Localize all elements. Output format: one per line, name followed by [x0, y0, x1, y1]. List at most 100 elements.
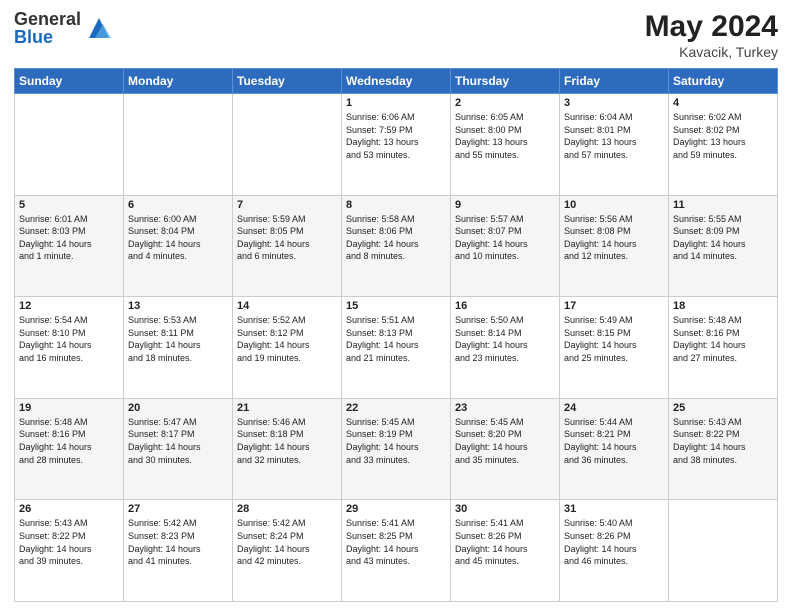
cell-content: Sunrise: 5:57 AM Sunset: 8:07 PM Dayligh… — [455, 213, 555, 263]
calendar-week-row: 5Sunrise: 6:01 AM Sunset: 8:03 PM Daylig… — [15, 195, 778, 297]
table-row: 11Sunrise: 5:55 AM Sunset: 8:09 PM Dayli… — [669, 195, 778, 297]
cell-content: Sunrise: 5:49 AM Sunset: 8:15 PM Dayligh… — [564, 314, 664, 364]
cell-content: Sunrise: 5:45 AM Sunset: 8:20 PM Dayligh… — [455, 416, 555, 466]
day-number: 29 — [346, 503, 446, 515]
day-number: 23 — [455, 402, 555, 414]
day-number: 3 — [564, 97, 664, 109]
day-number: 22 — [346, 402, 446, 414]
cell-content: Sunrise: 5:51 AM Sunset: 8:13 PM Dayligh… — [346, 314, 446, 364]
cell-content: Sunrise: 5:46 AM Sunset: 8:18 PM Dayligh… — [237, 416, 337, 466]
col-monday: Monday — [124, 69, 233, 94]
day-number: 2 — [455, 97, 555, 109]
day-number: 25 — [673, 402, 773, 414]
table-row: 27Sunrise: 5:42 AM Sunset: 8:23 PM Dayli… — [124, 500, 233, 602]
day-number: 18 — [673, 300, 773, 312]
table-row: 22 Sunrise: 5:45 AM Sunset: 8:19 PM Dayli… — [342, 398, 451, 500]
col-sunday: Sunday — [15, 69, 124, 94]
cell-content: Sunrise: 5:52 AM Sunset: 8:12 PM Dayligh… — [237, 314, 337, 364]
calendar-week-row: 26Sunrise: 5:43 AM Sunset: 8:22 PM Dayli… — [15, 500, 778, 602]
day-number: 5 — [19, 199, 119, 211]
table-row: 4 Sunrise: 6:02 AM Sunset: 8:02 PM Daylig… — [669, 94, 778, 196]
cell-content: Sunrise: 6:00 AM Sunset: 8:04 PM Dayligh… — [128, 213, 228, 263]
table-row — [669, 500, 778, 602]
day-number: 7 — [237, 199, 337, 211]
logo-blue: Blue — [14, 28, 81, 46]
day-number: 10 — [564, 199, 664, 211]
cell-content: Sunrise: 5:44 AM Sunset: 8:21 PM Dayligh… — [564, 416, 664, 466]
table-row — [233, 94, 342, 196]
table-row: 14Sunrise: 5:52 AM Sunset: 8:12 PM Dayli… — [233, 297, 342, 399]
logo: General Blue — [14, 10, 113, 46]
cell-content: Sunrise: 5:56 AM Sunset: 8:08 PM Dayligh… — [564, 213, 664, 263]
location: Kavacik, Turkey — [645, 44, 778, 60]
table-row: 26Sunrise: 5:43 AM Sunset: 8:22 PM Dayli… — [15, 500, 124, 602]
logo-icon — [85, 14, 113, 42]
cell-content: Sunrise: 5:42 AM Sunset: 8:24 PM Dayligh… — [237, 517, 337, 567]
col-thursday: Thursday — [451, 69, 560, 94]
calendar-header-row: Sunday Monday Tuesday Wednesday Thursday… — [15, 69, 778, 94]
col-friday: Friday — [560, 69, 669, 94]
logo-text: General Blue — [14, 10, 81, 46]
day-number: 11 — [673, 199, 773, 211]
day-number: 6 — [128, 199, 228, 211]
table-row: 5Sunrise: 6:01 AM Sunset: 8:03 PM Daylig… — [15, 195, 124, 297]
header: General Blue May 2024 Kavacik, Turkey — [14, 10, 778, 60]
day-number: 31 — [564, 503, 664, 515]
calendar-week-row: 1Sunrise: 6:06 AM Sunset: 7:59 PM Daylig… — [15, 94, 778, 196]
day-number: 19 — [19, 402, 119, 414]
day-number: 24 — [564, 402, 664, 414]
table-row — [15, 94, 124, 196]
col-wednesday: Wednesday — [342, 69, 451, 94]
table-row: 24 Sunrise: 5:44 AM Sunset: 8:21 PM Dayli… — [560, 398, 669, 500]
table-row: 30 Sunrise: 5:41 AM Sunset: 8:26 PM Dayli… — [451, 500, 560, 602]
table-row: 7Sunrise: 5:59 AM Sunset: 8:05 PM Daylig… — [233, 195, 342, 297]
cell-content: Sunrise: 6:02 AM Sunset: 8:02 PM Dayligh… — [673, 111, 773, 161]
calendar-week-row: 19 Sunrise: 5:48 AM Sunset: 8:16 PM Dayli… — [15, 398, 778, 500]
table-row: 20Sunrise: 5:47 AM Sunset: 8:17 PM Dayli… — [124, 398, 233, 500]
day-number: 12 — [19, 300, 119, 312]
cell-content: Sunrise: 5:48 AM Sunset: 8:16 PM Dayligh… — [673, 314, 773, 364]
day-number: 27 — [128, 503, 228, 515]
table-row: 12Sunrise: 5:54 AM Sunset: 8:10 PM Dayli… — [15, 297, 124, 399]
cell-content: Sunrise: 6:06 AM Sunset: 7:59 PM Dayligh… — [346, 111, 446, 161]
table-row: 1Sunrise: 6:06 AM Sunset: 7:59 PM Daylig… — [342, 94, 451, 196]
cell-content: Sunrise: 5:40 AM Sunset: 8:26 PM Dayligh… — [564, 517, 664, 567]
day-number: 13 — [128, 300, 228, 312]
day-number: 30 — [455, 503, 555, 515]
table-row: 23 Sunrise: 5:45 AM Sunset: 8:20 PM Dayli… — [451, 398, 560, 500]
cell-content: Sunrise: 5:48 AM Sunset: 8:16 PM Dayligh… — [19, 416, 119, 466]
title-block: May 2024 Kavacik, Turkey — [645, 10, 778, 60]
cell-content: Sunrise: 5:43 AM Sunset: 8:22 PM Dayligh… — [673, 416, 773, 466]
day-number: 17 — [564, 300, 664, 312]
day-number: 15 — [346, 300, 446, 312]
col-tuesday: Tuesday — [233, 69, 342, 94]
cell-content: Sunrise: 5:58 AM Sunset: 8:06 PM Dayligh… — [346, 213, 446, 263]
day-number: 16 — [455, 300, 555, 312]
table-row: 19 Sunrise: 5:48 AM Sunset: 8:16 PM Dayli… — [15, 398, 124, 500]
table-row: 2 Sunrise: 6:05 AM Sunset: 8:00 PM Daylig… — [451, 94, 560, 196]
table-row: 13 Sunrise: 5:53 AM Sunset: 8:11 PM Dayli… — [124, 297, 233, 399]
cell-content: Sunrise: 5:41 AM Sunset: 8:25 PM Dayligh… — [346, 517, 446, 567]
day-number: 21 — [237, 402, 337, 414]
table-row: 8Sunrise: 5:58 AM Sunset: 8:06 PM Daylig… — [342, 195, 451, 297]
table-row: 10 Sunrise: 5:56 AM Sunset: 8:08 PM Dayli… — [560, 195, 669, 297]
calendar-table: Sunday Monday Tuesday Wednesday Thursday… — [14, 68, 778, 602]
cell-content: Sunrise: 6:05 AM Sunset: 8:00 PM Dayligh… — [455, 111, 555, 161]
table-row — [124, 94, 233, 196]
logo-general: General — [14, 10, 81, 28]
cell-content: Sunrise: 5:50 AM Sunset: 8:14 PM Dayligh… — [455, 314, 555, 364]
day-number: 28 — [237, 503, 337, 515]
cell-content: Sunrise: 5:41 AM Sunset: 8:26 PM Dayligh… — [455, 517, 555, 567]
cell-content: Sunrise: 5:53 AM Sunset: 8:11 PM Dayligh… — [128, 314, 228, 364]
day-number: 9 — [455, 199, 555, 211]
cell-content: Sunrise: 6:04 AM Sunset: 8:01 PM Dayligh… — [564, 111, 664, 161]
day-number: 4 — [673, 97, 773, 109]
table-row: 16 Sunrise: 5:50 AM Sunset: 8:14 PM Dayli… — [451, 297, 560, 399]
table-row: 3 Sunrise: 6:04 AM Sunset: 8:01 PM Daylig… — [560, 94, 669, 196]
cell-content: Sunrise: 5:45 AM Sunset: 8:19 PM Dayligh… — [346, 416, 446, 466]
table-row: 15 Sunrise: 5:51 AM Sunset: 8:13 PM Dayli… — [342, 297, 451, 399]
table-row: 17 Sunrise: 5:49 AM Sunset: 8:15 PM Dayli… — [560, 297, 669, 399]
table-row: 31 Sunrise: 5:40 AM Sunset: 8:26 PM Dayli… — [560, 500, 669, 602]
page: General Blue May 2024 Kavacik, Turkey Su… — [0, 0, 792, 612]
cell-content: Sunrise: 5:43 AM Sunset: 8:22 PM Dayligh… — [19, 517, 119, 567]
